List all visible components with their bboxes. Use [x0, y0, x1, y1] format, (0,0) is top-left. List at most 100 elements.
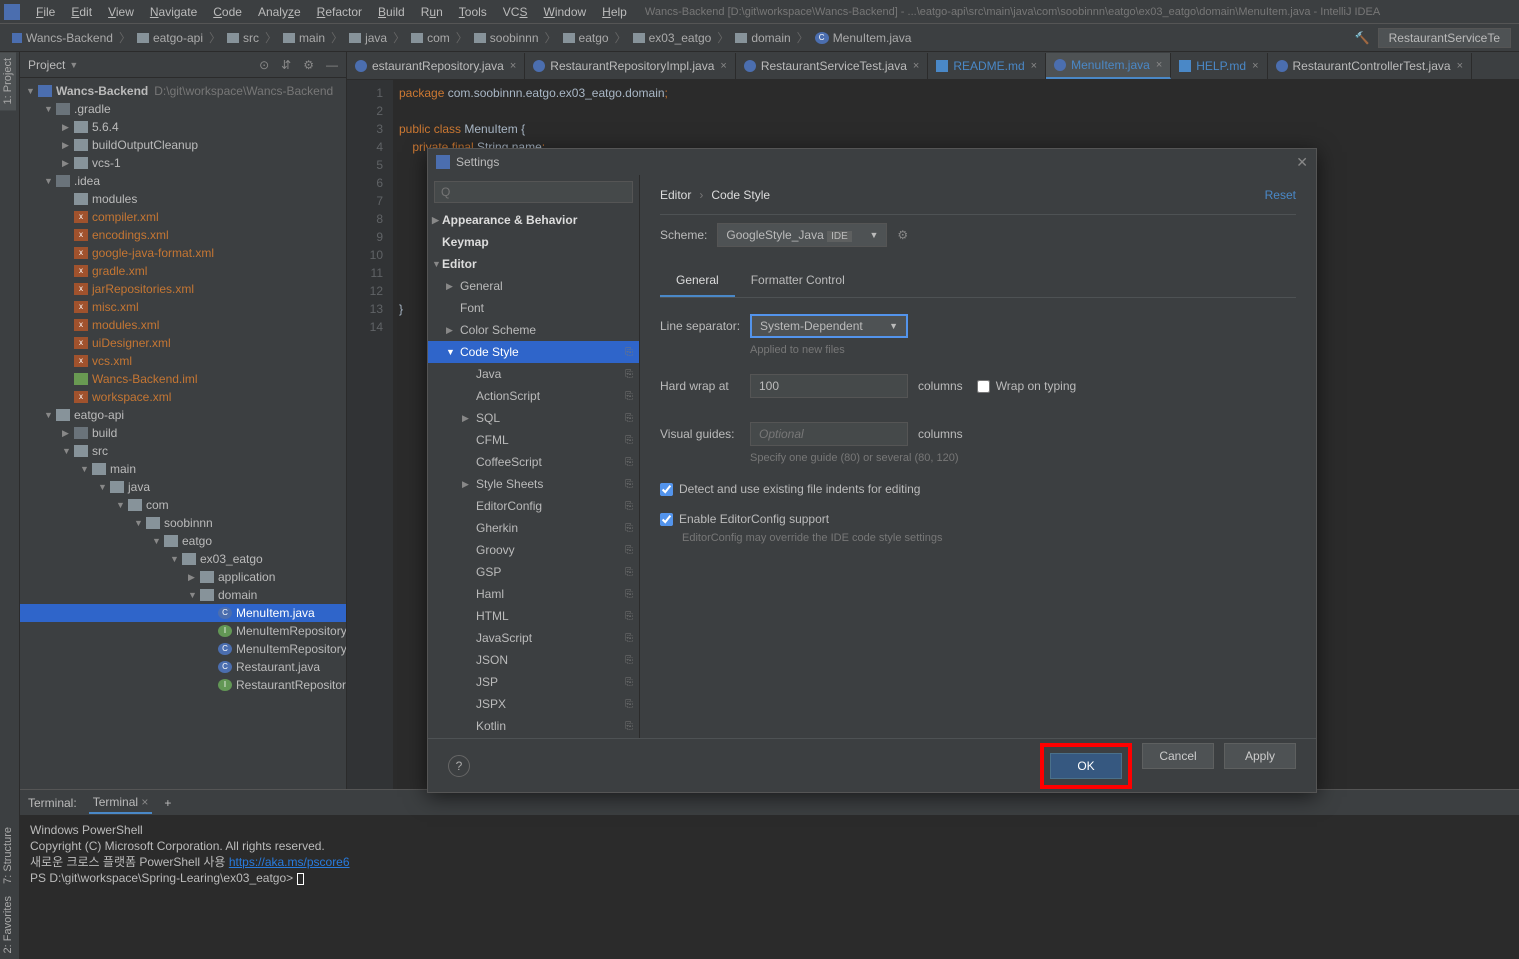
menu-window[interactable]: Window: [535, 5, 594, 19]
cat-lang[interactable]: Gherkin⎘: [428, 517, 639, 539]
crumb[interactable]: domain: [731, 31, 794, 45]
cat-general[interactable]: ▶General: [428, 275, 639, 297]
crumb[interactable]: com: [407, 31, 454, 45]
editor-tab[interactable]: HELP.md×: [1171, 53, 1267, 79]
menu-tools[interactable]: Tools: [451, 5, 495, 19]
cat-lang[interactable]: Java⎘: [428, 363, 639, 385]
reset-link[interactable]: Reset: [1265, 188, 1296, 202]
build-icon[interactable]: 🔨: [1355, 31, 1370, 45]
cat-lang[interactable]: Kotlin⎘: [428, 715, 639, 737]
cat-lang[interactable]: EditorConfig⎘: [428, 495, 639, 517]
editor-tab[interactable]: README.md×: [928, 53, 1046, 79]
menu-file[interactable]: File: [28, 5, 63, 19]
md-icon: [936, 60, 948, 72]
locate-icon[interactable]: ⊙: [259, 58, 269, 72]
settings-icon[interactable]: ⚙: [303, 58, 314, 72]
tree-file-selected[interactable]: MenuItem.java: [20, 604, 346, 622]
cat-lang[interactable]: JavaScript⎘: [428, 627, 639, 649]
scheme-dropdown[interactable]: GoogleStyle_Java IDE ▼: [717, 223, 887, 247]
run-config-selector[interactable]: RestaurantServiceTe: [1378, 28, 1511, 48]
close-icon[interactable]: ×: [1457, 60, 1463, 72]
cat-lang[interactable]: ActionScript⎘: [428, 385, 639, 407]
close-icon[interactable]: ×: [720, 60, 726, 72]
editor-tab-active[interactable]: MenuItem.java×: [1046, 53, 1171, 79]
menu-help[interactable]: Help: [594, 5, 635, 19]
detect-indents-checkbox[interactable]: [660, 483, 673, 496]
close-icon[interactable]: ×: [1156, 59, 1162, 71]
terminal-link[interactable]: https://aka.ms/pscore6: [229, 855, 350, 869]
cat-lang[interactable]: CoffeeScript⎘: [428, 451, 639, 473]
enable-editorconfig-checkbox[interactable]: [660, 513, 673, 526]
project-view-label[interactable]: Project: [28, 58, 65, 72]
tool-tab-project[interactable]: 1: Project: [0, 52, 16, 110]
menu-vcs[interactable]: VCS: [495, 5, 536, 19]
close-icon[interactable]: ✕: [1296, 154, 1308, 171]
cat-appearance[interactable]: ▶Appearance & Behavior: [428, 209, 639, 231]
menu-navigate[interactable]: Navigate: [142, 5, 205, 19]
crumb[interactable]: eatgo-api: [133, 31, 207, 45]
crumb[interactable]: java: [345, 31, 391, 45]
settings-search-input[interactable]: [434, 181, 633, 203]
close-icon[interactable]: ×: [913, 60, 919, 72]
cat-code-style[interactable]: ▼Code Style⎘: [428, 341, 639, 363]
cat-lang[interactable]: HTML⎘: [428, 605, 639, 627]
editor-tab[interactable]: estaurantRepository.java×: [347, 53, 525, 79]
close-icon[interactable]: ×: [510, 60, 516, 72]
terminal-tab[interactable]: Terminal ×: [89, 792, 153, 814]
editor-tab[interactable]: RestaurantControllerTest.java×: [1268, 53, 1473, 79]
tool-tab-structure[interactable]: 7: Structure: [0, 821, 16, 890]
close-icon[interactable]: ×: [141, 795, 148, 809]
collapse-icon[interactable]: ⇵: [281, 58, 291, 72]
subtab-formatter[interactable]: Formatter Control: [735, 265, 861, 297]
gear-icon[interactable]: ⚙: [897, 228, 908, 242]
ok-button[interactable]: OK: [1050, 753, 1122, 779]
visual-guides-input[interactable]: [750, 422, 908, 446]
menu-view[interactable]: View: [100, 5, 142, 19]
crumb[interactable]: ex03_eatgo: [629, 31, 716, 45]
menu-analyze[interactable]: Analyze: [250, 5, 309, 19]
class-icon: [218, 607, 232, 619]
cat-lang[interactable]: JSP⎘: [428, 671, 639, 693]
editor-tab[interactable]: RestaurantRepositoryImpl.java×: [525, 53, 736, 79]
line-separator-dropdown[interactable]: System-Dependent ▼: [750, 314, 908, 338]
project-tree[interactable]: ▼Wancs-BackendD:\git\workspace\Wancs-Bac…: [20, 78, 346, 789]
settings-category-tree[interactable]: ▶Appearance & Behavior Keymap ▼Editor ▶G…: [428, 209, 639, 738]
cat-lang[interactable]: CFML⎘: [428, 429, 639, 451]
hard-wrap-input[interactable]: [750, 374, 908, 398]
cat-lang[interactable]: Groovy⎘: [428, 539, 639, 561]
cat-font[interactable]: Font: [428, 297, 639, 319]
close-icon[interactable]: ×: [1252, 60, 1258, 72]
crumb[interactable]: eatgo: [559, 31, 613, 45]
terminal-body[interactable]: Windows PowerShell Copyright (C) Microso…: [20, 816, 1519, 892]
hard-wrap-label: Hard wrap at: [660, 379, 750, 393]
new-terminal-button[interactable]: +: [164, 796, 171, 810]
menu-run[interactable]: Run: [413, 5, 451, 19]
tool-tab-favorites[interactable]: 2: Favorites: [0, 890, 16, 959]
menu-build[interactable]: Build: [370, 5, 413, 19]
crumb[interactable]: main: [279, 31, 329, 45]
menu-refactor[interactable]: Refactor: [309, 5, 370, 19]
crumb-file[interactable]: MenuItem.java: [811, 31, 916, 45]
hide-icon[interactable]: —: [326, 58, 338, 72]
subtab-general[interactable]: General: [660, 265, 735, 297]
crumb-root[interactable]: Wancs-Backend: [8, 31, 117, 45]
cat-lang[interactable]: JSON⎘: [428, 649, 639, 671]
crumb[interactable]: soobinnn: [470, 31, 543, 45]
cat-lang[interactable]: Haml⎘: [428, 583, 639, 605]
cat-editor[interactable]: ▼Editor: [428, 253, 639, 275]
cat-lang[interactable]: GSP⎘: [428, 561, 639, 583]
help-button[interactable]: ?: [448, 755, 470, 777]
close-icon[interactable]: ×: [1031, 60, 1037, 72]
cat-keymap[interactable]: Keymap: [428, 231, 639, 253]
cat-lang[interactable]: ▶SQL⎘: [428, 407, 639, 429]
crumb[interactable]: src: [223, 31, 263, 45]
cat-color-scheme[interactable]: ▶Color Scheme: [428, 319, 639, 341]
menu-code[interactable]: Code: [205, 5, 250, 19]
wrap-on-typing-checkbox[interactable]: [977, 380, 990, 393]
cat-lang[interactable]: ▶Style Sheets⎘: [428, 473, 639, 495]
cat-lang[interactable]: JSPX⎘: [428, 693, 639, 715]
menu-edit[interactable]: Edit: [63, 5, 100, 19]
editor-tab[interactable]: RestaurantServiceTest.java×: [736, 53, 929, 79]
cancel-button[interactable]: Cancel: [1142, 743, 1214, 769]
apply-button[interactable]: Apply: [1224, 743, 1296, 769]
